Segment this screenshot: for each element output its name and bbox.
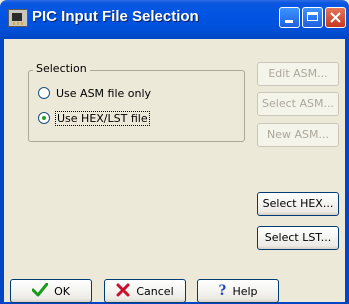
select-hex-button[interactable]: Select HEX... <box>257 192 339 216</box>
app-icon <box>8 9 28 27</box>
minimize-button[interactable] <box>279 7 300 28</box>
radio-label-use-asm: Use ASM file only <box>56 86 152 100</box>
selection-groupbox <box>28 70 245 142</box>
window-frame-right <box>345 39 349 304</box>
title-bar[interactable]: PIC Input File Selection <box>0 0 349 39</box>
radio-button-selected[interactable] <box>38 112 50 124</box>
radio-label-use-hex-lst: Use HEX/LST file <box>55 110 150 126</box>
cancel-button[interactable]: Cancel <box>104 279 186 303</box>
help-button[interactable]: ? Help <box>197 279 279 303</box>
select-lst-button[interactable]: Select LST... <box>257 226 339 250</box>
window-title: PIC Input File Selection <box>32 8 199 25</box>
edit-asm-button[interactable]: Edit ASM... <box>257 62 339 86</box>
green-check-icon <box>31 282 49 300</box>
red-x-icon <box>116 283 130 300</box>
dialog-window: PIC Input File Selection Selection Use A… <box>0 0 349 304</box>
help-label: Help <box>232 284 258 298</box>
radio-use-asm[interactable]: Use ASM file only <box>38 85 151 101</box>
maximize-button[interactable] <box>302 7 323 28</box>
new-asm-button[interactable]: New ASM... <box>257 123 339 147</box>
select-asm-button[interactable]: Select ASM... <box>257 92 339 116</box>
cancel-label: Cancel <box>136 284 174 298</box>
radio-use-hex-lst[interactable]: Use HEX/LST file <box>38 110 150 126</box>
ok-button[interactable]: OK <box>10 279 92 303</box>
selection-group-label: Selection <box>33 62 90 76</box>
ok-label: OK <box>54 284 70 298</box>
close-icon <box>330 12 341 23</box>
window-frame-left <box>0 39 4 304</box>
blue-question-icon: ? <box>218 282 227 299</box>
radio-button[interactable] <box>38 87 50 99</box>
close-button[interactable] <box>325 7 346 28</box>
